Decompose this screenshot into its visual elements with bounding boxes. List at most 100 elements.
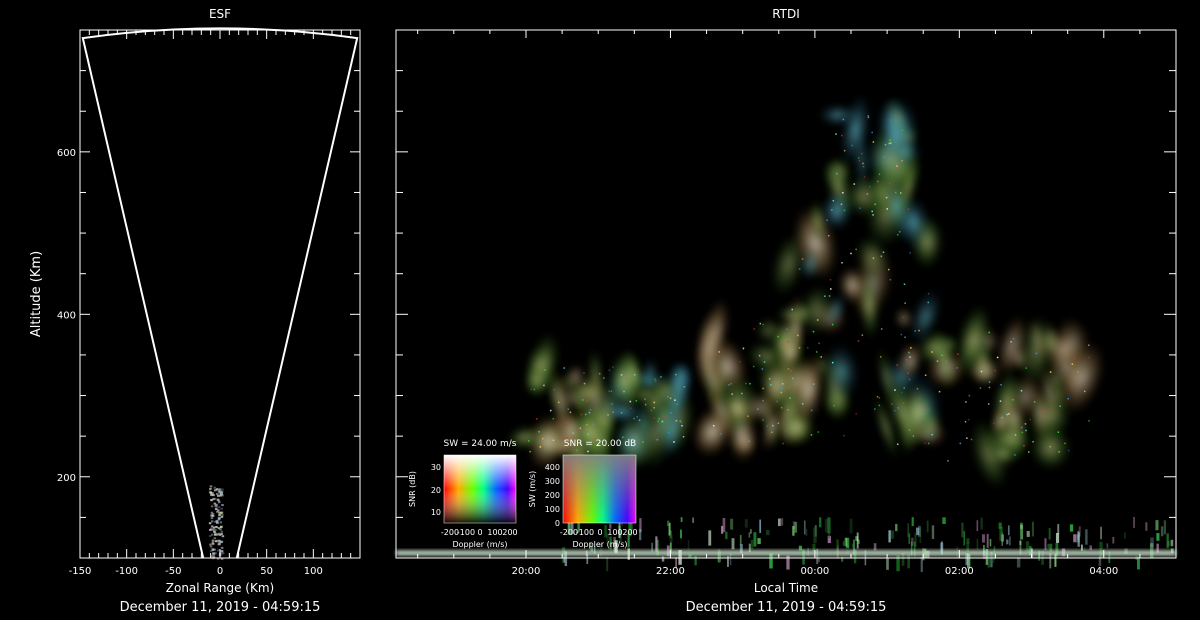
rtdi-echo-speck (629, 407, 632, 410)
rtdi-echo-speck (820, 356, 823, 358)
rtdi-echo-speck (901, 159, 903, 162)
rtdi-echo-speck (890, 142, 892, 144)
rtdi-echo-streak (759, 519, 762, 533)
rtdi-echo-speck (580, 430, 582, 433)
rtdi-echo-speck (544, 369, 546, 371)
rtdi-echo-speck (818, 342, 820, 345)
rtdi-echo-speck (815, 351, 818, 353)
rtdi-echo-speck (966, 437, 968, 439)
rtdi-echo-streak (766, 530, 770, 536)
rtdi-echo-speck (667, 396, 669, 398)
rtdi-echo-speck (629, 400, 632, 403)
rtdi-echo-speck (886, 208, 888, 210)
rtdi-echo-streak (961, 522, 964, 538)
rtdi-echo-speck (553, 388, 556, 391)
rtdi-echo-speck (1025, 429, 1027, 432)
rtdi-echo-speck (828, 295, 831, 297)
rtdi-echo-streak (963, 531, 966, 546)
rtdi-echo-speck (770, 431, 773, 433)
rtdi-echo-speck (1012, 399, 1014, 401)
rtdi-echo-speck (653, 417, 655, 419)
esf-xtick-label: 100 (304, 566, 323, 577)
rtdi-echo-streak (1006, 539, 1009, 545)
rtdi-echo-streak (1160, 526, 1164, 537)
esf-echo-speck (220, 515, 224, 518)
rtdi-echo-speck (718, 371, 720, 373)
rtdi-echo-speck (552, 439, 555, 442)
color-key-snr-ytick-2: 300 (545, 477, 560, 486)
esf-echo (208, 485, 225, 560)
rtdi-xtick-label: 02:00 (945, 566, 974, 577)
rtdi-echo-streak (661, 556, 665, 562)
rtdi-echo-speck (833, 404, 835, 407)
rtdi-echo-streak (792, 526, 795, 536)
color-key-sw-ytick-3: 10 (431, 508, 441, 517)
rtdi-echo-speck (579, 427, 582, 430)
rtdi-echo-speck (902, 316, 905, 318)
rtdi-echo-speck (761, 368, 764, 370)
rtdi-echo-streak (1106, 543, 1109, 548)
color-key-snr-xtick-3: 0 (597, 528, 602, 537)
esf-echo-speck (220, 525, 223, 528)
rtdi-echo-speck (1033, 401, 1036, 403)
esf-echo-speck (215, 488, 219, 491)
rtdi-echo-speck (739, 360, 741, 363)
rtdi-echo-speck (857, 157, 860, 159)
color-key-snr-xtick-5: 200 (622, 528, 637, 537)
rtdi-echo-streak (853, 554, 857, 564)
rtdi-echo-speck (777, 335, 779, 338)
esf-echo-speck (219, 528, 222, 531)
rtdi-echo-speck (872, 257, 875, 259)
rtdi-echo-speck (859, 207, 861, 209)
rtdi-echo-streak (1073, 534, 1077, 543)
rtdi-echo-speck (742, 347, 745, 350)
rtdi-echo-speck (869, 185, 871, 188)
rtdi-echo-speck (657, 420, 659, 423)
rtdi-echo-speck (580, 413, 583, 416)
rtdi-echo-speck (654, 378, 656, 381)
rtdi-echo-speck (887, 268, 890, 271)
esf-echo-speck (210, 505, 214, 508)
rtdi-echo-speck (931, 433, 933, 436)
esf-echo-speck (208, 535, 212, 538)
esf-echo-speck (214, 508, 218, 511)
rtdi-echo-speck (979, 387, 982, 389)
rtdi-echo-streak (989, 538, 992, 547)
rtdi-echo-speck (927, 293, 930, 295)
rtdi-echo-speck (947, 460, 949, 462)
esf-echo-speck (211, 542, 215, 545)
esf-title: ESF (209, 7, 231, 21)
rtdi-echo-streak (639, 528, 642, 541)
rtdi-echo-speck (861, 334, 864, 336)
rtdi-echo-speck (636, 416, 638, 418)
esf-echo-speck (213, 502, 217, 505)
rtdi-echo-speck (842, 192, 844, 194)
rtdi-echo-speck (1020, 389, 1023, 392)
rtdi-echo-speck (567, 408, 569, 410)
rtdi-echo-speck (964, 421, 967, 423)
rtdi-echo-speck (527, 440, 530, 442)
rtdi-echo-speck (731, 393, 733, 395)
rtdi-echo-speck (924, 442, 926, 445)
rtdi-echo-speck (679, 420, 682, 423)
rtdi-echo-streak (739, 534, 742, 545)
rtdi-echo-speck (871, 210, 873, 213)
rtdi-echo-speck (965, 401, 967, 403)
rtdi-echo-streak (1170, 539, 1174, 547)
esf-ytick-label: 600 (57, 148, 76, 159)
rtdi-echo-speck (878, 404, 881, 407)
rtdi-echo-speck (817, 431, 820, 433)
color-key-snr-xtick-2: -100 (576, 528, 594, 537)
rtdi-bottom-band (396, 550, 1176, 556)
esf-echo-speck (210, 525, 214, 528)
rtdi-echo-speck (993, 422, 995, 425)
esf-echo-speck (217, 509, 220, 512)
rtdi-echo-speck (638, 419, 641, 422)
color-key-snr-ytick-3: 200 (545, 491, 560, 500)
esf-xtick-label: -100 (115, 566, 138, 577)
rtdi-echo-streak (798, 545, 803, 551)
rtdi-echo-speck (1010, 341, 1012, 343)
rtdi-echo-streak (731, 538, 735, 550)
rtdi-echo-speck (806, 346, 809, 349)
esf-echo-speck (214, 504, 217, 507)
